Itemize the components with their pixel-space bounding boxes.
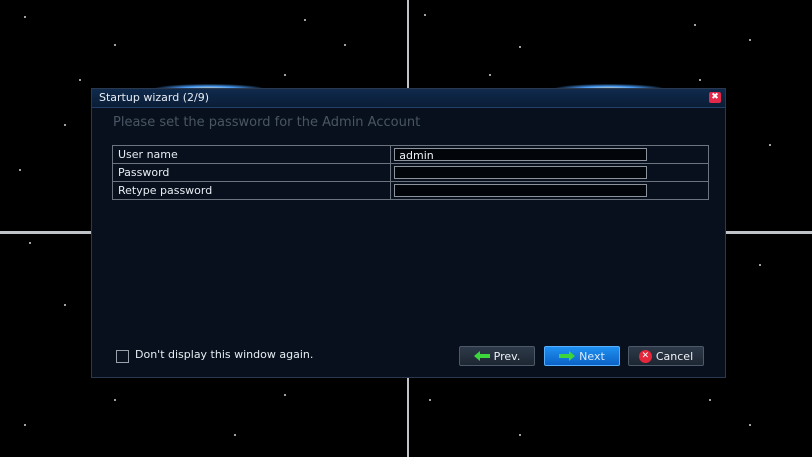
startup-wizard-dialog: Startup wizard (2/9) ✖ Please set the pa… (91, 88, 726, 378)
prev-button-label: Prev. (493, 349, 521, 363)
cancel-x-icon: ✕ (638, 349, 652, 363)
prev-button[interactable]: Prev. (459, 346, 535, 366)
close-button[interactable]: ✖ (709, 92, 721, 103)
dialog-subtitle: Please set the password for the Admin Ac… (113, 115, 421, 130)
retype-password-label: Retype password (111, 181, 392, 200)
password-label: Password (111, 163, 392, 182)
password-field[interactable] (394, 166, 648, 179)
retype-password-field[interactable] (394, 184, 648, 197)
cancel-button-label: Cancel (655, 349, 694, 363)
cancel-button[interactable]: ✕ Cancel (628, 346, 704, 366)
account-form: User name admin Password Retype password (111, 145, 709, 200)
close-icon: ✖ (711, 92, 719, 102)
form-row-password: Password (111, 163, 709, 182)
form-row-username: User name admin (111, 145, 709, 164)
form-row-retype-password: Retype password (111, 181, 709, 200)
dialog-titlebar[interactable]: Startup wizard (2/9) ✖ (92, 89, 725, 108)
dont-display-label[interactable]: Don't display this window again. (135, 348, 313, 361)
username-label: User name (111, 145, 392, 164)
left-arrow-icon (473, 351, 490, 361)
dont-display-checkbox[interactable] (116, 350, 129, 363)
next-button-label: Next (579, 349, 605, 363)
right-arrow-icon (559, 351, 576, 361)
next-button[interactable]: Next (544, 346, 620, 366)
dialog-title: Startup wizard (2/9) (99, 91, 209, 104)
username-field[interactable]: admin (394, 148, 648, 162)
